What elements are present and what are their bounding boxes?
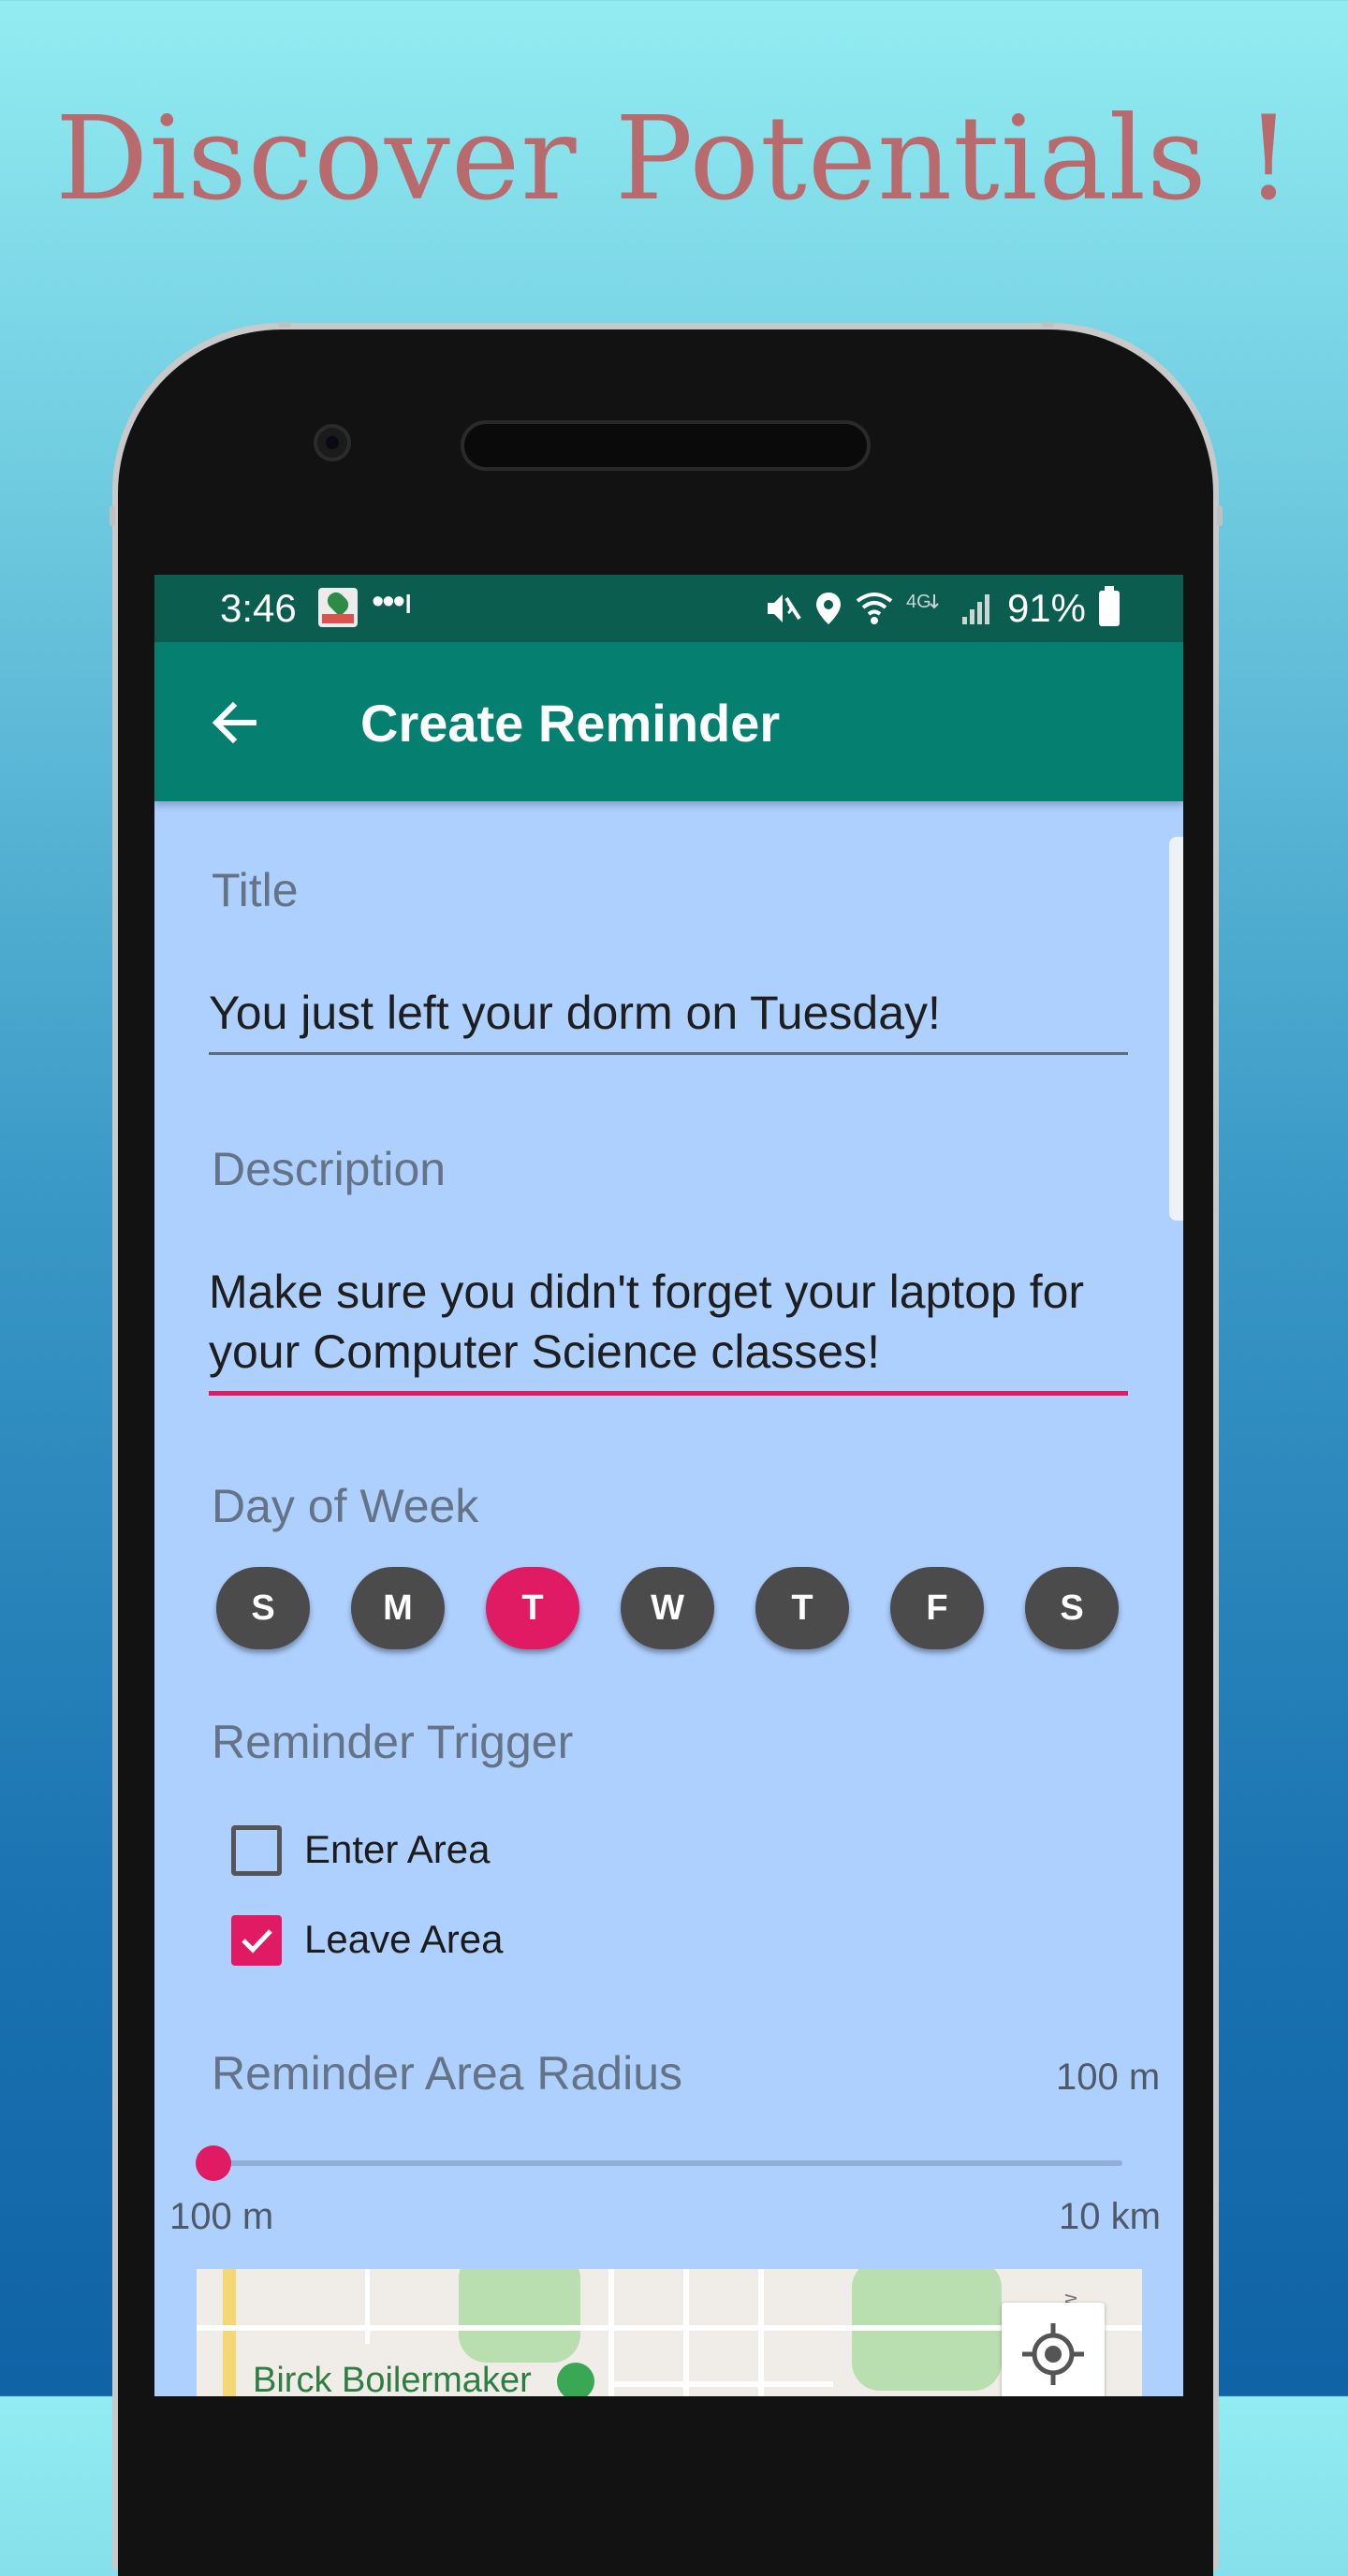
radius-slider-track[interactable] <box>214 2160 1122 2166</box>
battery-percent: 91% <box>1006 586 1086 630</box>
phone-top-button <box>1041 322 1054 328</box>
day-button-sunday[interactable]: S <box>216 1567 310 1649</box>
map-road <box>608 2269 614 2396</box>
map-highway <box>223 2269 236 2396</box>
page-title: Create Reminder <box>360 694 781 753</box>
description-input-underline <box>209 1391 1128 1396</box>
map-road <box>683 2269 689 2396</box>
enter-area-label: Enter Area <box>304 1827 491 1871</box>
day-button-saturday[interactable]: S <box>1025 1567 1119 1649</box>
more-notifications-icon: •••ı <box>372 582 413 622</box>
title-input-underline <box>209 1052 1128 1055</box>
signal-icon <box>961 594 989 624</box>
status-time: 3:46 <box>220 586 297 630</box>
4g-icon: 4G <box>906 592 939 612</box>
battery-icon <box>1099 586 1120 626</box>
map-road <box>365 2269 370 2344</box>
slider-min-label: 100 m <box>169 2196 274 2237</box>
map-road <box>608 2381 833 2387</box>
golf-icon <box>557 2363 594 2396</box>
phone-side-button <box>110 505 115 526</box>
day-button-wednesday[interactable]: W <box>621 1567 714 1649</box>
day-button-tuesday[interactable]: T <box>486 1567 579 1649</box>
day-button-friday[interactable]: F <box>890 1567 984 1649</box>
map-park <box>459 2269 580 2363</box>
title-input[interactable]: You just left your dorm on Tuesday! <box>209 983 1126 1043</box>
title-label: Title <box>212 864 299 916</box>
wifi-icon <box>856 593 893 624</box>
slider-max-label: 10 km <box>1059 2196 1161 2237</box>
enter-area-checkbox[interactable] <box>231 1825 282 1876</box>
app-bar: Create Reminder <box>154 642 1183 801</box>
svg-text:4G: 4G <box>906 592 931 612</box>
map-view[interactable]: Birck Boilermaker y Hollow Rd <box>197 2269 1142 2396</box>
front-camera <box>314 424 351 461</box>
map-road <box>197 2325 1142 2331</box>
crosshair-icon <box>1022 2323 1084 2385</box>
earpiece-speaker <box>464 424 867 467</box>
reminder-trigger-label: Reminder Trigger <box>212 1716 574 1768</box>
description-label: Description <box>212 1143 447 1195</box>
radius-label: Reminder Area Radius <box>212 2047 683 2100</box>
phone-screen: 3:46 •••ı 4G 91% Create Reminder Title Y… <box>154 575 1183 2396</box>
status-bar: 3:46 •••ı 4G 91% <box>154 575 1183 642</box>
radius-value: 100 m <box>1056 2056 1161 2098</box>
day-of-week-label: Day of Week <box>212 1480 479 1532</box>
checkmark-icon <box>242 1929 272 1954</box>
arrow-left-icon[interactable] <box>209 696 261 749</box>
scrollbar-thumb[interactable] <box>1169 837 1183 1221</box>
phone-side-button <box>1217 505 1223 526</box>
map-place-label: Birck Boilermaker <box>253 2361 532 2396</box>
location-icon <box>815 593 841 624</box>
map-road <box>758 2269 764 2396</box>
app-notification-icon <box>318 588 358 627</box>
leave-area-checkbox[interactable] <box>231 1915 282 1966</box>
radius-slider-thumb[interactable] <box>196 2145 231 2181</box>
my-location-button[interactable] <box>1002 2303 1105 2396</box>
day-button-thursday[interactable]: T <box>755 1567 849 1649</box>
phone-top-button <box>278 322 291 328</box>
leave-area-label: Leave Area <box>304 1917 504 1961</box>
promo-headline: Discover Potentials ! <box>54 92 1294 227</box>
day-button-monday[interactable]: M <box>351 1567 445 1649</box>
description-input[interactable]: Make sure you didn't forget your laptop … <box>209 1262 1126 1382</box>
mute-icon <box>767 594 801 622</box>
